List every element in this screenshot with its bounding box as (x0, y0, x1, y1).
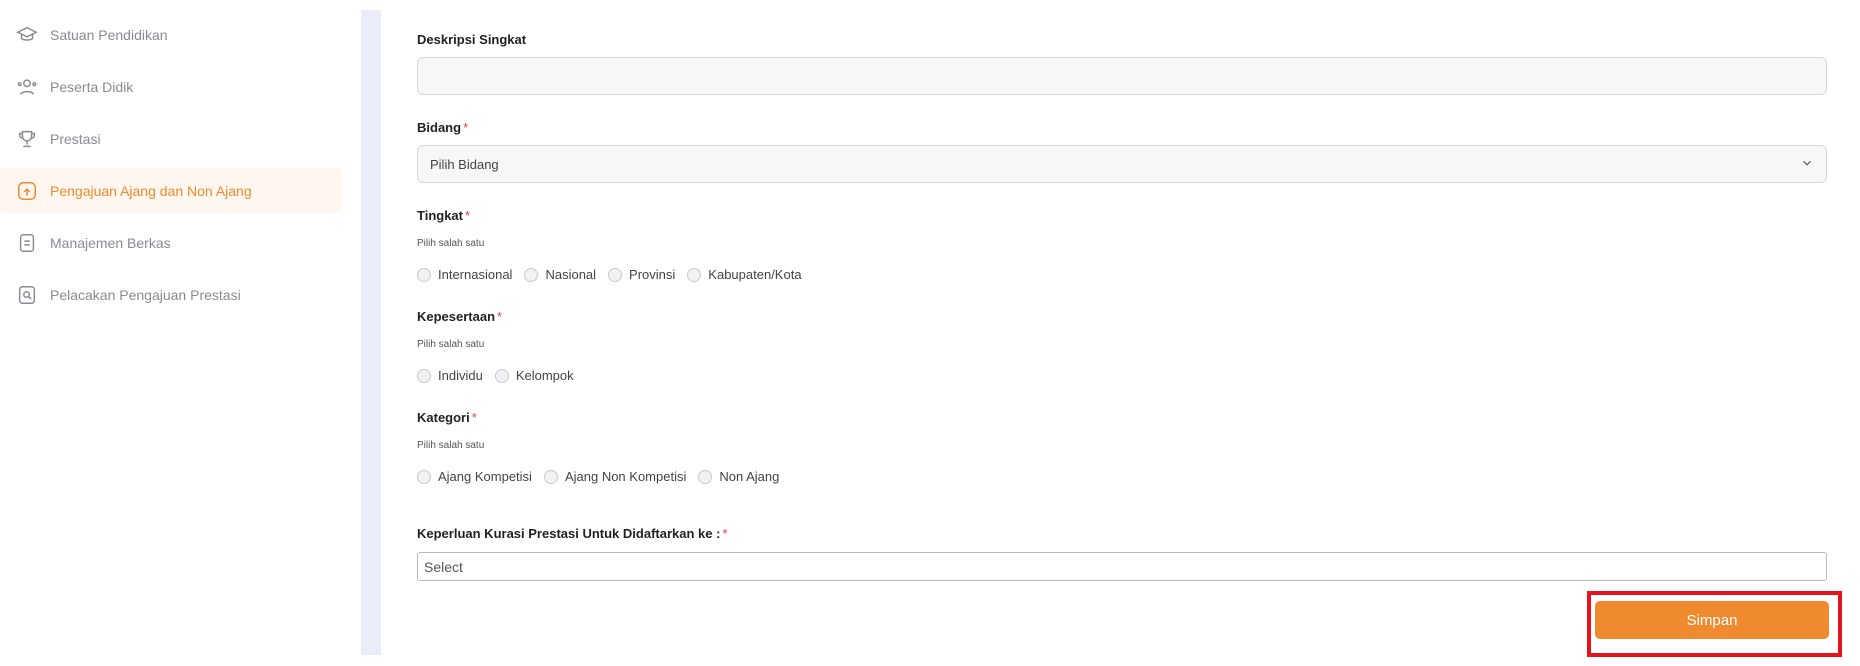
deskripsi-label: Deskripsi Singkat (417, 32, 527, 47)
chevron-down-icon (1800, 156, 1814, 173)
kepesertaan-hint: Pilih salah satu (417, 339, 485, 350)
radio-nasional[interactable]: Nasional (524, 267, 596, 282)
sidebar-item-manajemen-berkas[interactable]: Manajemen Berkas (0, 220, 342, 265)
submission-form: Deskripsi Singkat Bidang * Pilih Bidang T… (417, 0, 1829, 666)
file-icon (16, 232, 38, 254)
radio-circle-icon[interactable] (417, 368, 431, 383)
kategori-label: Kategori * (417, 410, 477, 425)
keperluan-label: Keperluan Kurasi Prestasi Untuk Didaftar… (417, 526, 728, 541)
radio-circle-icon[interactable] (524, 267, 539, 282)
radio-internasional[interactable]: Internasional (417, 267, 512, 282)
radio-circle-icon[interactable] (608, 267, 623, 282)
radio-circle-icon[interactable] (687, 267, 702, 282)
sidebar-item-pengajuan-ajang[interactable]: Pengajuan Ajang dan Non Ajang (0, 168, 342, 213)
content-divider (361, 10, 381, 655)
sidebar-item-label: Pelacakan Pengajuan Prestasi (50, 286, 241, 303)
bidang-label: Bidang * (417, 120, 469, 135)
tingkat-radio-group: Internasional Nasional Provinsi Kabupate… (417, 267, 814, 282)
sidebar-item-pelacakan-pengajuan[interactable]: Pelacakan Pengajuan Prestasi (0, 272, 342, 317)
search-document-icon (16, 284, 38, 306)
radio-provinsi[interactable]: Provinsi (608, 267, 675, 282)
radio-ajang-non-kompetisi[interactable]: Ajang Non Kompetisi (543, 469, 686, 484)
sidebar-item-label: Peserta Didik (50, 78, 134, 95)
sidebar-item-label: Pengajuan Ajang dan Non Ajang (50, 182, 252, 199)
save-button[interactable]: Simpan (1595, 601, 1829, 639)
radio-ajang-kompetisi[interactable]: Ajang Kompetisi (417, 469, 532, 484)
kepesertaan-label: Kepesertaan * (417, 309, 503, 324)
sidebar-item-satuan-pendidikan[interactable]: Satuan Pendidikan (0, 12, 342, 57)
document-submit-icon (16, 180, 38, 202)
radio-non-ajang[interactable]: Non Ajang (698, 469, 779, 484)
graduation-cap-icon (16, 24, 38, 46)
sidebar-item-prestasi[interactable]: Prestasi (0, 116, 342, 161)
radio-circle-icon[interactable] (494, 368, 509, 383)
kategori-radio-group: Ajang Kompetisi Ajang Non Kompetisi Non … (417, 469, 791, 484)
tingkat-label: Tingkat * (417, 208, 471, 223)
sidebar-item-label: Prestasi (50, 130, 101, 147)
radio-circle-icon[interactable] (698, 469, 713, 484)
radio-circle-icon[interactable] (543, 469, 558, 484)
radio-circle-icon[interactable] (417, 267, 431, 282)
sidebar-item-peserta-didik[interactable]: Peserta Didik (0, 64, 342, 109)
kepesertaan-radio-group: Individu Kelompok (417, 368, 586, 383)
bidang-select[interactable]: Pilih Bidang (417, 145, 1827, 183)
radio-kabupaten-kota[interactable]: Kabupaten/Kota (687, 267, 802, 282)
keperluan-placeholder: Select (424, 558, 463, 575)
radio-kelompok[interactable]: Kelompok (494, 368, 574, 383)
users-icon (16, 76, 38, 98)
radio-individu[interactable]: Individu (417, 368, 483, 383)
deskripsi-input[interactable] (417, 57, 1827, 95)
sidebar: Satuan Pendidikan Peserta Didik Prestasi… (0, 0, 345, 666)
radio-circle-icon[interactable] (417, 469, 431, 484)
keperluan-select[interactable]: Select (417, 552, 1827, 581)
tingkat-hint: Pilih salah satu (417, 238, 485, 249)
kategori-hint: Pilih salah satu (417, 440, 485, 451)
bidang-selected-value: Pilih Bidang (430, 156, 499, 172)
sidebar-item-label: Satuan Pendidikan (50, 26, 168, 43)
trophy-icon (16, 128, 38, 150)
sidebar-item-label: Manajemen Berkas (50, 234, 171, 251)
